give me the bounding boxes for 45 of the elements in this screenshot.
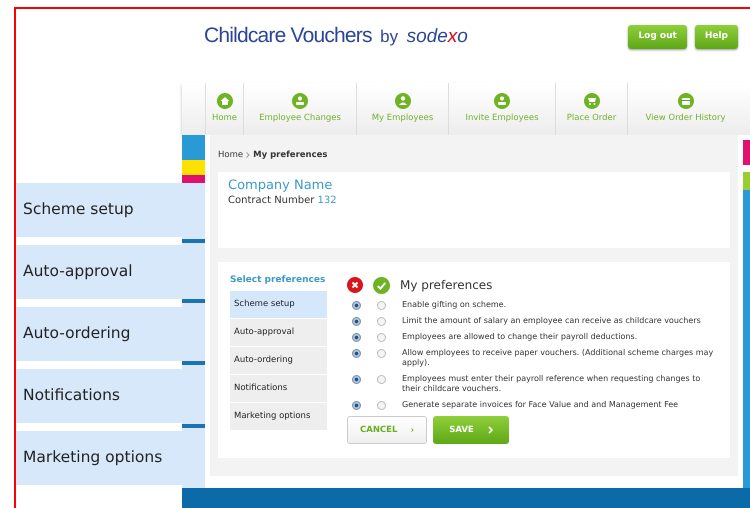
- cart-icon: [584, 93, 600, 110]
- menu-title: Select preferences: [230, 274, 326, 287]
- breadcrumb-link[interactable]: Home: [218, 148, 244, 162]
- radio-button[interactable]: [377, 301, 386, 310]
- contract-number: Contract Number 132: [228, 194, 338, 208]
- logo: Childcare Vouchers by sodexo: [204, 23, 468, 49]
- chevron-icon: [488, 426, 493, 434]
- radio-button[interactable]: [352, 349, 361, 358]
- preference-text: Employees are allowed to change their payroll deductions.: [402, 332, 638, 342]
- radio-button[interactable]: [377, 317, 386, 326]
- menu-item[interactable]: Scheme setup: [230, 291, 327, 319]
- radio-button[interactable]: [352, 401, 361, 410]
- menu-item[interactable]: Auto-approval: [230, 319, 327, 347]
- radio-button[interactable]: [377, 333, 386, 342]
- preference-text: Allow employees to receive paper vouchers. (Additional scheme charges may apply).: [402, 348, 714, 368]
- save-button[interactable]: SAVE: [433, 416, 509, 444]
- chevron-icon: [246, 152, 250, 158]
- people-icon: [494, 93, 510, 110]
- breadcrumb-current: My preferences: [253, 148, 328, 162]
- company-name: Company Name: [228, 179, 334, 194]
- radio-button[interactable]: [377, 349, 386, 358]
- preference-text: Employees must enter their payroll reference when requesting changes to their childcare vouchers.: [402, 374, 702, 394]
- preference-text: Limit the amount of salary an employee can receive as childcare vouchers: [402, 316, 701, 326]
- people-icon: [292, 93, 308, 110]
- radio-button[interactable]: [377, 401, 386, 410]
- logout-button[interactable]: Log out: [628, 25, 687, 48]
- preference-text: Generate separate invoices for Face Value and and Management Fee: [402, 400, 678, 410]
- person-icon: [394, 93, 410, 110]
- radio-button[interactable]: [377, 375, 386, 384]
- cross-icon: [347, 277, 363, 293]
- radio-button[interactable]: [352, 375, 361, 384]
- radio-button[interactable]: [352, 333, 361, 342]
- radio-button[interactable]: [352, 317, 361, 326]
- calendar-icon: [678, 93, 694, 110]
- check-icon: [373, 276, 390, 294]
- menu-item[interactable]: Notifications: [230, 375, 327, 403]
- menu-item[interactable]: Marketing options: [230, 403, 327, 431]
- section-title: My preferences: [400, 277, 492, 294]
- home-icon: [216, 93, 232, 110]
- radio-button[interactable]: [352, 301, 361, 310]
- menu-item[interactable]: Auto-ordering: [230, 347, 327, 375]
- preference-text: Enable gifting on scheme.: [402, 300, 506, 310]
- help-button[interactable]: Help: [694, 25, 738, 48]
- cancel-button[interactable]: CANCEL: [347, 416, 427, 444]
- chevron-icon: [411, 426, 414, 434]
